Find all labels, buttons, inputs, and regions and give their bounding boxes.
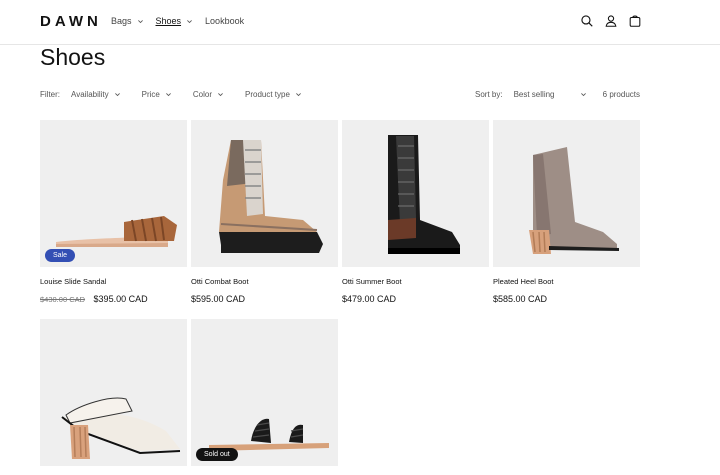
chevron-down-icon bbox=[296, 93, 301, 97]
product-card[interactable]: Otti Combat Boot $595.00 CAD bbox=[191, 120, 338, 304]
filter-label: Filter: bbox=[40, 90, 60, 99]
pleated-heel-boot-image bbox=[529, 147, 619, 254]
filter-item-label: Product type bbox=[245, 90, 290, 99]
product-price: $479.00 CAD bbox=[342, 294, 396, 304]
nav-item-bags[interactable]: Bags bbox=[111, 16, 144, 26]
header-actions bbox=[580, 14, 642, 28]
price: $595.00 CAD bbox=[191, 294, 246, 304]
nav-label: Bags bbox=[111, 16, 132, 26]
product-name[interactable]: Otti Summer Boot bbox=[342, 277, 402, 286]
filter-product-type[interactable]: Product type bbox=[245, 90, 302, 99]
cart-icon[interactable] bbox=[628, 14, 642, 28]
chevron-down-icon bbox=[165, 93, 171, 97]
product-count: 6 products bbox=[602, 90, 640, 99]
product-image[interactable]: Sale bbox=[40, 120, 187, 267]
nav-label: Lookbook bbox=[205, 16, 245, 26]
sale-price: $395.00 CAD bbox=[93, 294, 148, 304]
chevron-down-icon bbox=[218, 93, 223, 97]
product-price: $585.00 CAD bbox=[493, 294, 547, 304]
filter-item-label: Color bbox=[192, 90, 213, 99]
combat-boot-image bbox=[219, 140, 323, 253]
filter-price[interactable]: Price bbox=[142, 90, 172, 99]
regular-price: $430.00 CAD bbox=[40, 295, 86, 304]
chevron-down-icon bbox=[580, 93, 586, 97]
search-icon[interactable] bbox=[580, 14, 594, 28]
product-name[interactable]: Louise Slide Sandal bbox=[40, 277, 106, 286]
filter-bar: Filter: Availability Price Color Product… bbox=[40, 90, 323, 99]
price: $479.00 CAD bbox=[342, 294, 397, 304]
chevron-down-icon bbox=[137, 19, 143, 23]
product-name[interactable]: Otti Combat Boot bbox=[191, 277, 249, 286]
product-card[interactable]: Pleated Heel Boot $585.00 CAD bbox=[493, 120, 640, 304]
product-image[interactable] bbox=[342, 120, 489, 267]
store-logo[interactable]: DAWN bbox=[40, 13, 102, 30]
chevron-down-icon bbox=[114, 93, 120, 97]
sale-badge: Sale bbox=[45, 249, 76, 262]
filter-availability[interactable]: Availability bbox=[71, 90, 121, 99]
sort-value: Best selling bbox=[513, 90, 555, 99]
filter-color[interactable]: Color bbox=[193, 90, 224, 99]
product-image[interactable] bbox=[191, 120, 338, 267]
product-card[interactable]: Sold out bbox=[191, 319, 338, 466]
sandal-image bbox=[56, 216, 177, 247]
strap-sandal-image bbox=[209, 418, 329, 451]
chevron-down-icon bbox=[187, 19, 192, 23]
filter-item-label: Availability bbox=[71, 90, 109, 99]
nav-item-lookbook[interactable]: Lookbook bbox=[205, 16, 244, 26]
account-icon[interactable] bbox=[604, 14, 618, 28]
sold-out-badge: Sold out bbox=[196, 448, 238, 461]
product-card[interactable]: Sale Louise Slide Sandal $430.00 CAD $39… bbox=[40, 120, 187, 304]
product-image[interactable] bbox=[40, 319, 187, 466]
price: $585.00 CAD bbox=[493, 294, 548, 304]
sort-select[interactable]: Best selling bbox=[514, 90, 587, 99]
product-name[interactable]: Pleated Heel Boot bbox=[493, 277, 553, 286]
main-nav: Bags Shoes Lookbook bbox=[111, 16, 256, 26]
product-price: $430.00 CAD $395.00 CAD bbox=[40, 294, 148, 304]
filter-item-label: Price bbox=[141, 90, 160, 99]
nav-item-shoes[interactable]: Shoes bbox=[156, 16, 194, 26]
product-card[interactable]: Otti Summer Boot $479.00 CAD bbox=[342, 120, 489, 304]
product-image[interactable] bbox=[493, 120, 640, 267]
summer-boot-image bbox=[388, 135, 460, 254]
sort-label: Sort by: bbox=[475, 90, 503, 99]
product-price: $595.00 CAD bbox=[191, 294, 245, 304]
product-card[interactable] bbox=[40, 319, 187, 466]
nav-label: Shoes bbox=[155, 16, 182, 26]
mule-heel-image bbox=[61, 397, 181, 459]
sort-control: Sort by: Best selling bbox=[475, 90, 587, 99]
page-title: Shoes bbox=[40, 44, 106, 70]
site-header: DAWN Bags Shoes Lookbook bbox=[0, 0, 720, 45]
product-image[interactable]: Sold out bbox=[191, 319, 338, 466]
